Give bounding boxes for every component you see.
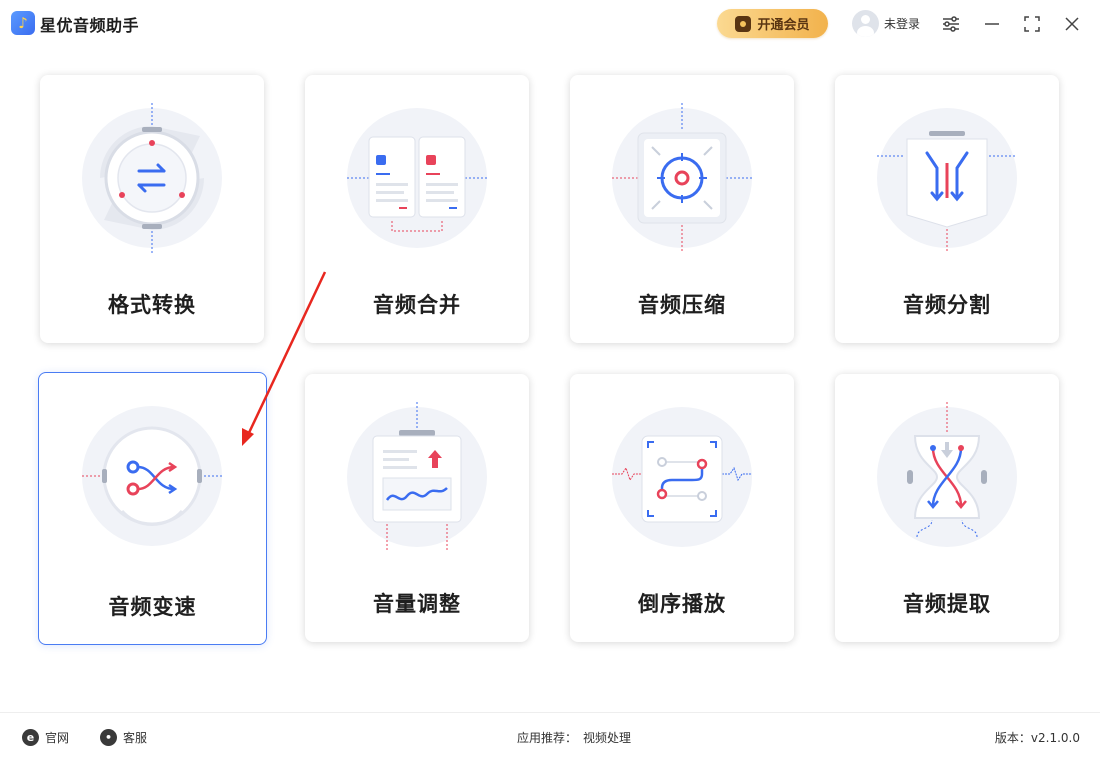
tool-card-volume-adjust[interactable]: 音量调整 [305,374,529,642]
tool-label: 音频合并 [373,293,461,317]
reverse-play-icon [612,407,752,547]
login-status[interactable]: 未登录 [884,15,920,32]
service-label: 客服 [123,731,148,745]
recommend-video-link[interactable]: 视频处理 [583,731,631,745]
audio-merge-icon [347,108,487,248]
tool-label: 音频压缩 [638,293,726,317]
avatar[interactable] [852,10,879,37]
title-bar: ♪ 星优音频助手 开通会员 未登录 [0,0,1100,48]
customer-service-link[interactable]: • 客服 [100,729,147,746]
tool-label: 音频分割 [903,293,991,317]
version-info: 版本：v2.1.0.0 [995,729,1080,746]
website-link[interactable]: e 官网 [22,729,69,746]
tool-card-audio-merge[interactable]: 音频合并 [305,75,529,343]
tool-card-audio-speed[interactable]: 音频变速 [38,372,267,645]
chat-bubble-icon: • [100,729,117,746]
recommend-label: 应用推荐： [517,731,578,745]
app-recommend: 应用推荐： 视频处理 [517,729,631,746]
audio-extract-icon [877,402,1017,547]
tool-label: 音量调整 [373,592,461,616]
close-button[interactable] [1058,10,1086,38]
audio-speed-icon [82,406,222,546]
minimize-button[interactable] [978,10,1006,38]
settings-button[interactable] [937,10,965,38]
tool-card-audio-extract[interactable]: 音频提取 [835,374,1059,642]
minimize-icon [985,23,999,25]
format-convert-icon [82,103,222,253]
close-icon [1065,17,1079,31]
tool-label: 音频变速 [108,595,197,619]
tool-card-reverse-play[interactable]: 倒序播放 [570,374,794,642]
vip-crown-icon [735,15,752,32]
website-label: 官网 [45,731,70,745]
tool-label: 倒序播放 [638,592,726,616]
sliders-icon [943,16,959,32]
tool-card-audio-compress[interactable]: 音频压缩 [570,75,794,343]
footer: e 官网 • 客服 应用推荐： 视频处理 版本：v2.1.0.0 [0,712,1100,761]
tool-card-audio-split[interactable]: 音频分割 [835,75,1059,343]
maximize-button[interactable] [1018,10,1046,38]
volume-adjust-icon [347,402,487,552]
version-value: v2.1.0.0 [1030,731,1080,745]
fullscreen-icon [1024,16,1040,32]
audio-compress-icon [612,103,752,253]
app-logo-icon: ♪ [11,11,35,35]
audio-split-icon [877,108,1017,253]
vip-button-label: 开通会员 [757,18,810,33]
tool-card-format-convert[interactable]: 格式转换 [40,75,264,343]
browser-e-icon: e [22,729,39,746]
vip-button[interactable]: 开通会员 [717,9,828,38]
app-title: 星优音频助手 [40,16,140,35]
version-label: 版本： [994,731,1031,745]
tool-label: 音频提取 [903,592,991,616]
tool-label: 格式转换 [108,293,196,317]
